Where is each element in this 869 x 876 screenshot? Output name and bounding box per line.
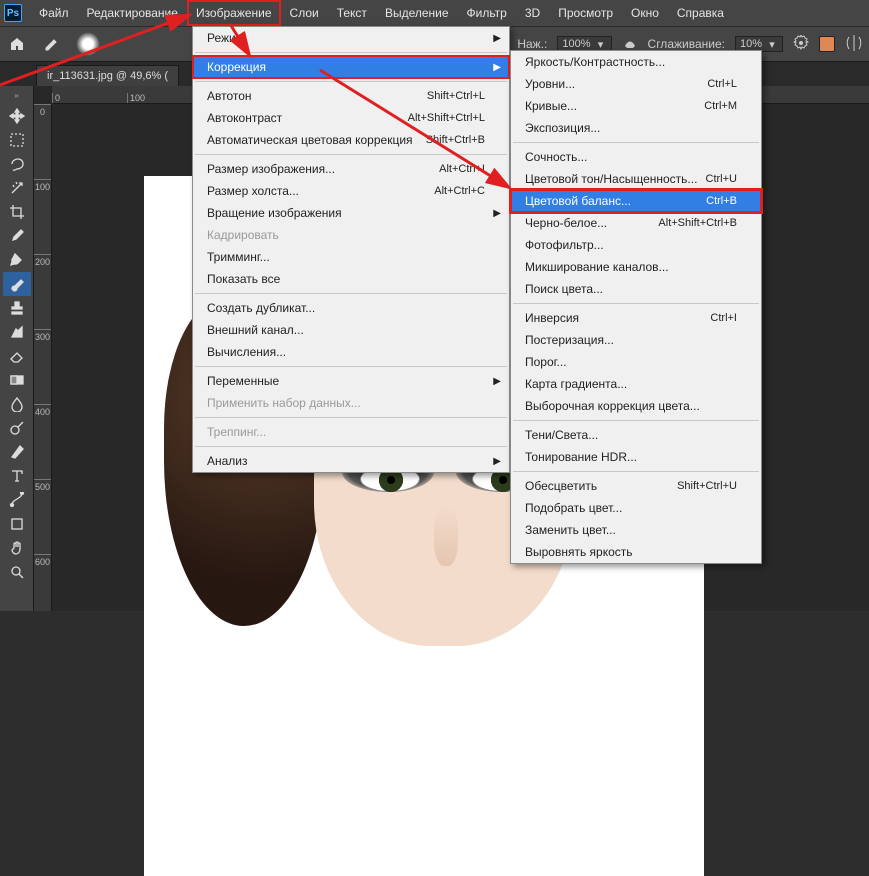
- panel-expand-icon[interactable]: »: [12, 88, 22, 102]
- menu-item[interactable]: ОбесцветитьShift+Ctrl+U: [511, 475, 761, 497]
- menu-файл[interactable]: Файл: [30, 0, 78, 26]
- tool-pen[interactable]: [3, 440, 31, 464]
- menu-item[interactable]: Экспозиция...: [511, 117, 761, 139]
- tool-dodge[interactable]: [3, 416, 31, 440]
- menu-item[interactable]: АвтоконтрастAlt+Shift+Ctrl+L: [193, 107, 509, 129]
- app-icon: Ps: [4, 4, 22, 22]
- menu-item[interactable]: Кривые...Ctrl+M: [511, 95, 761, 117]
- ruler-vertical: 0100200300400500600: [34, 104, 52, 611]
- menu-item[interactable]: АвтотонShift+Ctrl+L: [193, 85, 509, 107]
- tool-blur[interactable]: [3, 392, 31, 416]
- menu-item[interactable]: Автоматическая цветовая коррекцияShift+C…: [193, 129, 509, 151]
- submenu-arrow-icon: ▶: [493, 208, 501, 219]
- document-tab[interactable]: ir_113631.jpg @ 49,6% (: [36, 65, 179, 86]
- menu-item[interactable]: Выборочная коррекция цвета...: [511, 395, 761, 417]
- submenu-arrow-icon: ▶: [493, 456, 501, 467]
- menu-item[interactable]: Тени/Света...: [511, 424, 761, 446]
- menu-item[interactable]: Цветовой баланс...Ctrl+B: [511, 190, 761, 212]
- menu-item[interactable]: Режим▶: [193, 27, 509, 49]
- menu-item: Кадрировать: [193, 224, 509, 246]
- tool-history[interactable]: [3, 320, 31, 344]
- submenu-arrow-icon: ▶: [493, 33, 501, 44]
- home-icon[interactable]: [6, 33, 28, 55]
- menu-item[interactable]: Внешний канал...: [193, 319, 509, 341]
- menu-item[interactable]: Подобрать цвет...: [511, 497, 761, 519]
- submenu-arrow-icon: ▶: [493, 376, 501, 387]
- symmetry-icon[interactable]: [845, 35, 863, 54]
- menu-item[interactable]: Яркость/Контрастность...: [511, 51, 761, 73]
- menu-item[interactable]: Постеризация...: [511, 329, 761, 351]
- menu-item: Треппинг...: [193, 421, 509, 443]
- menu-просмотр[interactable]: Просмотр: [549, 0, 622, 26]
- tool-move[interactable]: [3, 104, 31, 128]
- chevron-down-icon: ▾: [595, 38, 607, 50]
- menu-bar: Ps ФайлРедактированиеИзображениеСлоиТекс…: [0, 0, 869, 26]
- menu-item[interactable]: Коррекция▶: [193, 56, 509, 78]
- menu-item[interactable]: Заменить цвет...: [511, 519, 761, 541]
- menu-item[interactable]: Цветовой тон/Насыщенность...Ctrl+U: [511, 168, 761, 190]
- chevron-down-icon: ▾: [766, 38, 778, 50]
- brush-preview-icon[interactable]: [76, 32, 100, 56]
- smoothing-label: Сглаживание:: [648, 37, 725, 51]
- pressure-label: Наж.:: [517, 37, 547, 51]
- menu-item[interactable]: Поиск цвета...: [511, 278, 761, 300]
- tool-type[interactable]: [3, 464, 31, 488]
- submenu-arrow-icon: ▶: [493, 62, 501, 73]
- menu-справка[interactable]: Справка: [668, 0, 733, 26]
- menu-фильтр[interactable]: Фильтр: [458, 0, 516, 26]
- menu-item[interactable]: Создать дубликат...: [193, 297, 509, 319]
- menu-item[interactable]: Карта градиента...: [511, 373, 761, 395]
- menu-item[interactable]: Микширование каналов...: [511, 256, 761, 278]
- gear-icon[interactable]: [793, 35, 809, 54]
- menu-изображение[interactable]: Изображение: [187, 0, 281, 26]
- menu-3d[interactable]: 3D: [516, 0, 549, 26]
- tool-path[interactable]: [3, 488, 31, 512]
- tool-eyedrop[interactable]: [3, 224, 31, 248]
- adjustments-submenu[interactable]: Яркость/Контрастность...Уровни...Ctrl+LК…: [510, 50, 762, 564]
- tool-preset-icon[interactable]: [38, 32, 66, 56]
- menu-редактирование[interactable]: Редактирование: [78, 0, 187, 26]
- menu-item[interactable]: Черно-белое...Alt+Shift+Ctrl+B: [511, 212, 761, 234]
- tool-crop[interactable]: [3, 200, 31, 224]
- menu-item[interactable]: Уровни...Ctrl+L: [511, 73, 761, 95]
- tool-shape[interactable]: [3, 512, 31, 536]
- menu-item[interactable]: Тримминг...: [193, 246, 509, 268]
- tool-zoom[interactable]: [3, 560, 31, 584]
- tool-patch[interactable]: [3, 248, 31, 272]
- tool-eraser[interactable]: [3, 344, 31, 368]
- menu-item[interactable]: Вычисления...: [193, 341, 509, 363]
- menu-текст[interactable]: Текст: [328, 0, 376, 26]
- menu-окно[interactable]: Окно: [622, 0, 668, 26]
- menu-item[interactable]: Размер холста...Alt+Ctrl+C: [193, 180, 509, 202]
- menu-item[interactable]: Анализ▶: [193, 450, 509, 472]
- tool-gradient[interactable]: [3, 368, 31, 392]
- menu-item[interactable]: ИнверсияCtrl+I: [511, 307, 761, 329]
- tool-brush[interactable]: [3, 272, 31, 296]
- menu-item: Применить набор данных...: [193, 392, 509, 414]
- tool-lasso[interactable]: [3, 152, 31, 176]
- menu-item[interactable]: Тонирование HDR...: [511, 446, 761, 468]
- menu-выделение[interactable]: Выделение: [376, 0, 458, 26]
- color-swatch[interactable]: [819, 36, 835, 52]
- menu-item[interactable]: Вращение изображения▶: [193, 202, 509, 224]
- tool-stamp[interactable]: [3, 296, 31, 320]
- tool-panel: »: [0, 86, 34, 611]
- menu-item[interactable]: Размер изображения...Alt+Ctrl+I: [193, 158, 509, 180]
- menu-item[interactable]: Сочность...: [511, 146, 761, 168]
- menu-слои[interactable]: Слои: [281, 0, 328, 26]
- tool-hand[interactable]: [3, 536, 31, 560]
- menu-item[interactable]: Переменные▶: [193, 370, 509, 392]
- menu-item[interactable]: Показать все: [193, 268, 509, 290]
- image-menu[interactable]: Режим▶ Коррекция▶ АвтотонShift+Ctrl+LАвток…: [192, 26, 510, 473]
- menu-item[interactable]: Порог...: [511, 351, 761, 373]
- menu-item[interactable]: Выровнять яркость: [511, 541, 761, 563]
- menu-item[interactable]: Фотофильтр...: [511, 234, 761, 256]
- tool-wand[interactable]: [3, 176, 31, 200]
- tool-marquee[interactable]: [3, 128, 31, 152]
